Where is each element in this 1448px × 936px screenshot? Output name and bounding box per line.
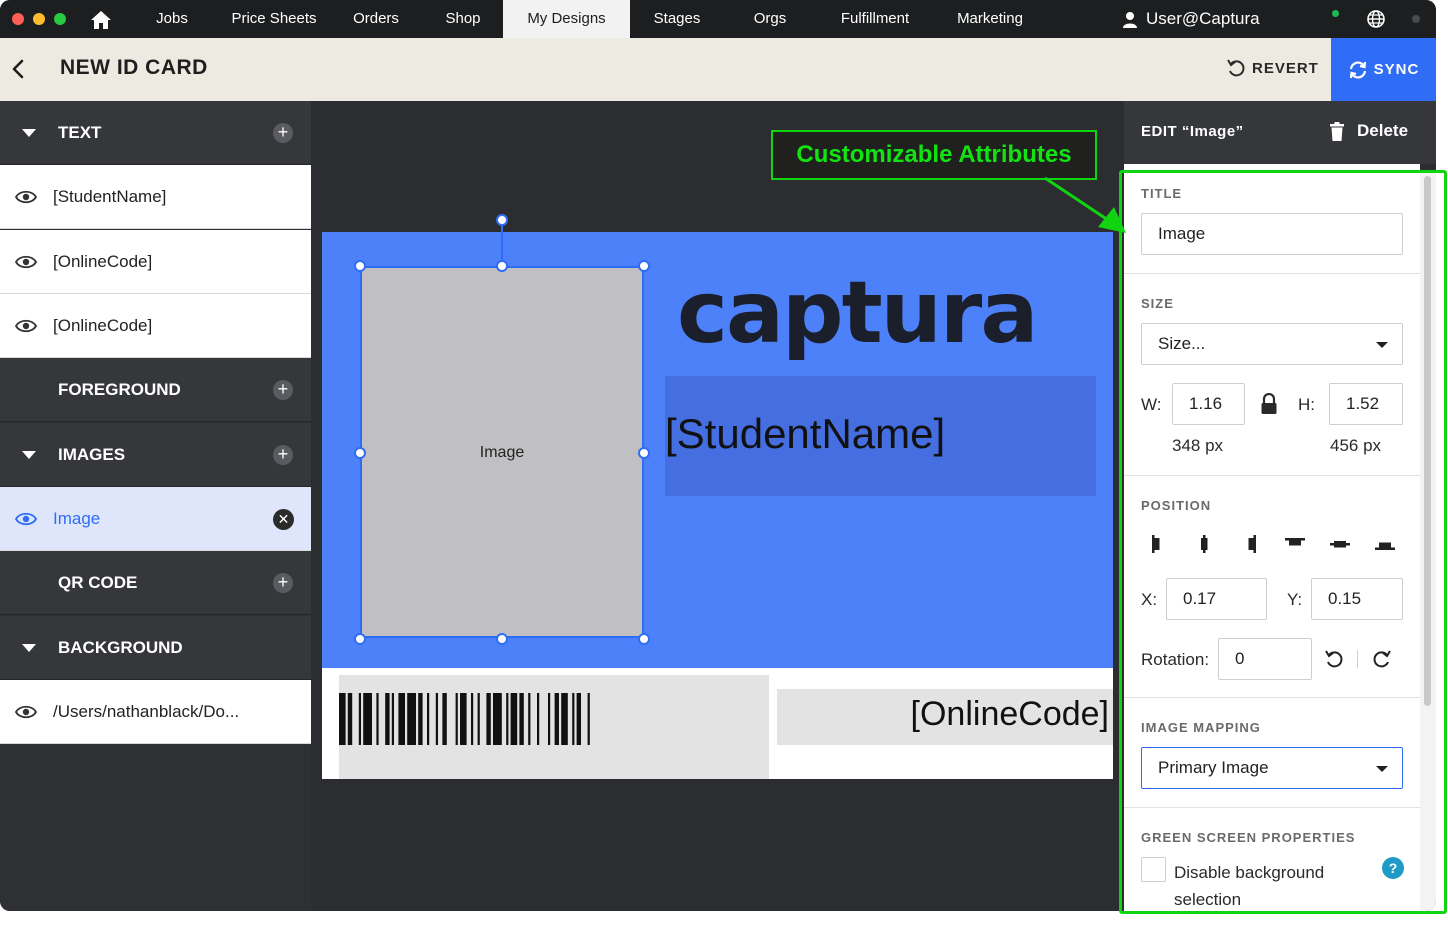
resize-handle[interactable] bbox=[638, 447, 650, 459]
sync-button[interactable]: SYNC bbox=[1331, 38, 1436, 101]
user-name: User@Captura bbox=[1146, 9, 1260, 28]
annotation-highlight-frame bbox=[1119, 170, 1447, 914]
nav-jobs[interactable]: Jobs bbox=[145, 0, 199, 38]
caret-down-icon[interactable] bbox=[22, 129, 36, 137]
section-label: FOREGROUND bbox=[58, 380, 181, 399]
layer-item[interactable]: [OnlineCode] bbox=[0, 294, 311, 358]
undo-icon bbox=[1227, 59, 1245, 77]
back-arrow-icon[interactable] bbox=[8, 56, 28, 82]
page-header: NEW ID CARD REVERT SYNC bbox=[0, 38, 1436, 101]
eye-icon[interactable] bbox=[15, 704, 37, 720]
properties-header: EDIT “Image” Delete bbox=[1124, 101, 1436, 164]
resize-handle[interactable] bbox=[354, 447, 366, 459]
add-foreground-button[interactable]: + bbox=[273, 380, 293, 400]
delete-button[interactable]: Delete bbox=[1329, 121, 1408, 141]
section-text[interactable]: TEXT + bbox=[0, 101, 311, 165]
resize-handle[interactable] bbox=[496, 633, 508, 645]
page-title: NEW ID CARD bbox=[60, 56, 208, 79]
resize-handle[interactable] bbox=[496, 260, 508, 272]
eye-icon[interactable] bbox=[15, 189, 37, 205]
section-label: QR CODE bbox=[58, 573, 138, 592]
layer-label: /Users/nathanblack/Do... bbox=[53, 702, 240, 721]
home-icon[interactable] bbox=[90, 10, 112, 30]
online-status-dot bbox=[1332, 10, 1339, 17]
user-icon bbox=[1123, 11, 1137, 28]
add-qr-code-button[interactable]: + bbox=[273, 573, 293, 593]
delete-label: Delete bbox=[1357, 121, 1409, 140]
layer-label: [StudentName] bbox=[53, 187, 167, 206]
nav-orders[interactable]: Orders bbox=[343, 0, 409, 38]
card-blue-area: Image captura [StudentName] bbox=[322, 214, 1113, 668]
annotation-arrow-icon bbox=[1044, 176, 1126, 233]
eye-icon[interactable] bbox=[15, 318, 37, 334]
annotation-label: Customizable Attributes bbox=[771, 130, 1097, 180]
layer-item[interactable]: [OnlineCode] bbox=[0, 230, 311, 294]
minimize-window-button[interactable] bbox=[33, 13, 45, 25]
eye-icon[interactable] bbox=[15, 254, 37, 270]
student-name-text: [StudentName] bbox=[665, 410, 946, 457]
remove-layer-button[interactable]: ✕ bbox=[273, 509, 294, 530]
top-nav-bar: Jobs Price Sheets Orders Shop My Designs… bbox=[0, 0, 1436, 38]
layer-label: Image bbox=[53, 509, 101, 528]
layers-panel: TEXT + [StudentName] [OnlineCode] [Onlin… bbox=[0, 101, 311, 911]
user-menu[interactable]: User@Captura bbox=[1122, 0, 1260, 38]
trash-icon bbox=[1330, 121, 1344, 141]
close-window-button[interactable] bbox=[12, 13, 24, 25]
section-foreground[interactable]: FOREGROUND + bbox=[0, 358, 311, 422]
layer-label: [OnlineCode] bbox=[53, 252, 153, 271]
id-card-canvas[interactable]: Image captura [StudentName] [OnlineCode] bbox=[322, 214, 1113, 779]
revert-button[interactable]: REVERT bbox=[1226, 58, 1319, 78]
nav-orgs[interactable]: Orgs bbox=[743, 0, 797, 38]
nav-marketing[interactable]: Marketing bbox=[945, 0, 1035, 38]
section-label: BACKGROUND bbox=[58, 638, 183, 657]
sync-icon bbox=[1349, 60, 1366, 79]
nav-my-designs[interactable]: My Designs bbox=[503, 0, 630, 38]
add-text-button[interactable]: + bbox=[273, 123, 293, 143]
image-placeholder-label: Image bbox=[479, 444, 525, 461]
barcode-icon bbox=[339, 693, 590, 745]
nav-stages[interactable]: Stages bbox=[643, 0, 711, 38]
resize-handle[interactable] bbox=[354, 260, 366, 272]
nav-price-sheets[interactable]: Price Sheets bbox=[222, 0, 326, 38]
caret-down-icon[interactable] bbox=[22, 451, 36, 459]
layer-item[interactable]: /Users/nathanblack/Do... bbox=[0, 680, 311, 744]
section-label: IMAGES bbox=[58, 445, 126, 464]
layer-item-image-selected[interactable]: Image ✕ bbox=[0, 487, 311, 551]
resize-handle[interactable] bbox=[638, 633, 650, 645]
status-dot bbox=[1412, 15, 1420, 23]
nav-shop[interactable]: Shop bbox=[434, 0, 492, 38]
captura-logo[interactable]: captura bbox=[677, 270, 1038, 356]
edit-title: EDIT “Image” bbox=[1141, 123, 1244, 140]
eye-icon[interactable] bbox=[15, 511, 37, 527]
online-code-text: [OnlineCode] bbox=[910, 695, 1109, 733]
layer-item[interactable]: [StudentName] bbox=[0, 165, 311, 229]
section-images[interactable]: IMAGES + bbox=[0, 423, 311, 487]
image-placeholder[interactable]: Image bbox=[360, 266, 644, 638]
caret-down-icon[interactable] bbox=[22, 644, 36, 652]
revert-label: REVERT bbox=[1252, 59, 1319, 77]
online-code-field[interactable]: [OnlineCode] bbox=[777, 689, 1113, 745]
maximize-window-button[interactable] bbox=[54, 13, 66, 25]
sync-label: SYNC bbox=[1373, 61, 1420, 78]
student-name-field[interactable]: [StudentName] bbox=[665, 376, 1096, 496]
nav-fulfillment[interactable]: Fulfillment bbox=[830, 0, 920, 38]
rotation-handle[interactable] bbox=[496, 214, 508, 226]
resize-handle[interactable] bbox=[638, 260, 650, 272]
section-qr-code[interactable]: QR CODE + bbox=[0, 551, 311, 615]
section-label: TEXT bbox=[58, 123, 102, 142]
add-image-button[interactable]: + bbox=[273, 445, 293, 465]
section-background[interactable]: BACKGROUND bbox=[0, 616, 311, 680]
resize-handle[interactable] bbox=[354, 633, 366, 645]
layer-label: [OnlineCode] bbox=[53, 316, 153, 335]
globe-icon[interactable] bbox=[1367, 10, 1385, 28]
